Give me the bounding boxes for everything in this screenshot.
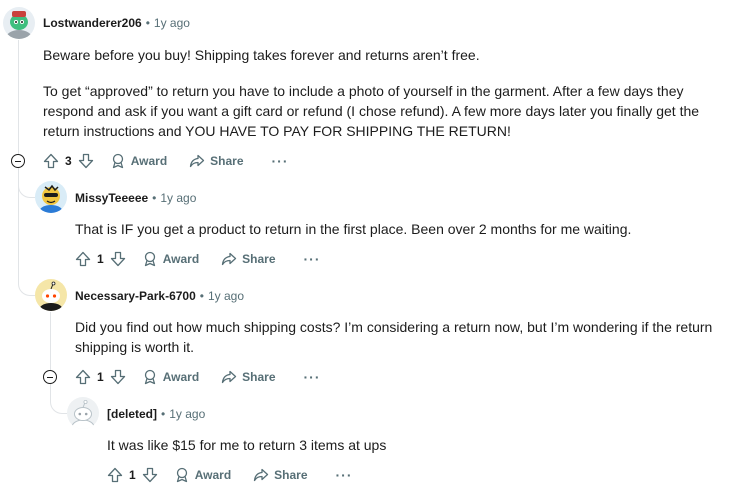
- more-options-button[interactable]: ···: [336, 468, 353, 482]
- upvote-button[interactable]: [107, 467, 123, 483]
- vote-count: 3: [65, 154, 72, 168]
- thread-connector: [50, 384, 67, 414]
- comment-actions: 3 Award Share ···: [43, 151, 289, 171]
- comment-paragraph: It was like $15 for me to return 3 items…: [107, 437, 387, 453]
- downvote-icon: [110, 251, 125, 267]
- timestamp[interactable]: 1y ago: [169, 407, 205, 421]
- upvote-icon: [75, 251, 91, 267]
- avatar[interactable]: [67, 397, 99, 429]
- comment-body: That is IF you get a product to return i…: [75, 219, 725, 239]
- comment-meta: Necessary-Park-6700 • 1y ago: [75, 288, 244, 304]
- upvote-button[interactable]: [75, 251, 91, 267]
- share-icon: [222, 252, 237, 266]
- share-button[interactable]: Share: [221, 369, 276, 385]
- comment-actions: 1 Award Share ···: [107, 465, 353, 485]
- meta-separator: •: [199, 289, 204, 303]
- comment-paragraph: Did you find out how much shipping costs…: [75, 319, 713, 355]
- vote-count: 1: [97, 370, 104, 384]
- comment-body: It was like $15 for me to return 3 items…: [107, 435, 707, 455]
- upvote-icon: [43, 153, 59, 169]
- author-name[interactable]: MissyTeeeee: [75, 191, 148, 205]
- timestamp[interactable]: 1y ago: [208, 289, 244, 303]
- award-button[interactable]: Award: [142, 251, 199, 267]
- meta-separator: •: [161, 407, 166, 421]
- share-label: Share: [210, 154, 244, 168]
- meta-separator: •: [145, 16, 150, 30]
- comment-body: Did you find out how much shipping costs…: [75, 317, 729, 357]
- thread-connector: [18, 266, 35, 296]
- upvote-button[interactable]: [75, 369, 91, 385]
- award-button[interactable]: Award: [174, 467, 231, 483]
- comment-paragraph: That is IF you get a product to return i…: [75, 221, 632, 237]
- award-icon: [144, 251, 155, 267]
- downvote-button[interactable]: [78, 153, 94, 169]
- timestamp[interactable]: 1y ago: [160, 191, 196, 205]
- thread-connector: [18, 168, 35, 198]
- share-label: Share: [274, 468, 308, 482]
- comment-meta: Lostwanderer206 • 1y ago: [43, 15, 190, 31]
- comment-actions: 1 Award Share ···: [75, 249, 321, 269]
- award-button[interactable]: Award: [110, 153, 167, 169]
- comment-body: Beware before you buy! Shipping takes fo…: [43, 45, 713, 141]
- award-label: Award: [194, 468, 232, 482]
- award-label: Award: [162, 370, 200, 384]
- comment-actions: 1 Award Share ···: [75, 367, 321, 387]
- avatar[interactable]: [35, 181, 67, 213]
- upvote-icon: [75, 369, 91, 385]
- share-button[interactable]: Share: [189, 153, 244, 169]
- award-label: Award: [162, 252, 200, 266]
- vote-count: 1: [97, 252, 104, 266]
- avatar[interactable]: [3, 7, 35, 39]
- share-label: Share: [242, 370, 276, 384]
- downvote-icon: [142, 467, 157, 483]
- share-button[interactable]: Share: [221, 251, 276, 267]
- downvote-button[interactable]: [110, 369, 126, 385]
- share-button[interactable]: Share: [253, 467, 308, 483]
- vote-count: 1: [129, 468, 136, 482]
- share-label: Share: [242, 252, 276, 266]
- timestamp[interactable]: 1y ago: [154, 16, 190, 30]
- award-icon: [112, 153, 123, 169]
- upvote-button[interactable]: [43, 153, 59, 169]
- award-label: Award: [130, 154, 168, 168]
- comment-meta: [deleted] • 1y ago: [107, 406, 205, 422]
- downvote-button[interactable]: [110, 251, 126, 267]
- comment-paragraph: Beware before you buy! Shipping takes fo…: [43, 47, 480, 63]
- downvote-icon: [110, 369, 125, 385]
- more-options-button[interactable]: ···: [304, 252, 321, 266]
- more-options-button[interactable]: ···: [304, 370, 321, 384]
- author-name[interactable]: Lostwanderer206: [43, 16, 142, 30]
- collapse-thread-button[interactable]: [11, 154, 25, 168]
- meta-separator: •: [152, 191, 157, 205]
- avatar[interactable]: [35, 279, 67, 311]
- author-name[interactable]: Necessary-Park-6700: [75, 289, 196, 303]
- more-options-button[interactable]: ···: [272, 154, 289, 168]
- downvote-button[interactable]: [142, 467, 158, 483]
- upvote-icon: [107, 467, 123, 483]
- comment-paragraph: To get “approved” to return you have to …: [43, 83, 700, 139]
- author-name: [deleted]: [107, 407, 158, 421]
- share-icon: [254, 468, 269, 482]
- share-icon: [190, 154, 205, 168]
- downvote-icon: [78, 153, 93, 169]
- comment-meta: MissyTeeeee • 1y ago: [75, 190, 196, 206]
- award-button[interactable]: Award: [142, 369, 199, 385]
- share-icon: [222, 370, 237, 384]
- award-icon: [144, 369, 155, 385]
- collapse-thread-button[interactable]: [43, 370, 57, 384]
- award-icon: [176, 467, 187, 483]
